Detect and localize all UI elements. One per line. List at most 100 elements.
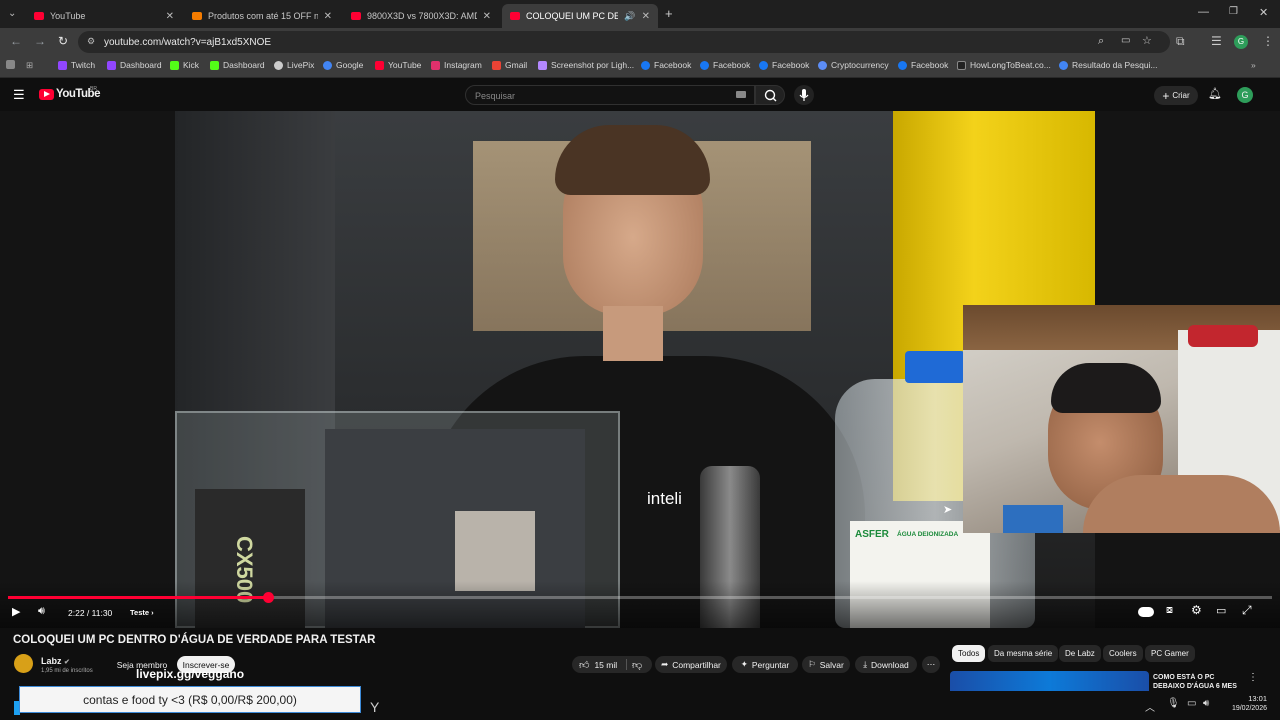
restore-button[interactable]: ❐ [1229,6,1238,17]
tray-volume-icon[interactable]: 🔊︎ [1203,698,1209,709]
cast-icon[interactable]: ▭ [1121,35,1130,46]
save-button[interactable]: ⚐ Salvar [802,656,850,673]
channel-name[interactable]: Labz ✔ [41,656,70,666]
hamburger-menu-icon[interactable]: ☰ [13,87,25,103]
notifications-bell-icon[interactable]: 🔔︎ [1208,87,1222,100]
next-video-menu-icon[interactable]: ⋮ [1248,672,1258,683]
window-close-button[interactable]: ✕ [1259,6,1268,19]
url-input[interactable]: ⚙ youtube.com/watch?v=ajB1xd5XNOE ⌕ ▭ ☆ [78,31,1170,53]
bookmark-star-icon[interactable]: ☆ [1142,34,1152,47]
close-tab-icon[interactable]: ✕ [483,11,491,22]
bookmark-youtube[interactable]: YouTube [375,60,421,70]
tray-network-icon[interactable]: ▭ [1187,698,1196,709]
extensions-icon[interactable]: ⧉ [1176,34,1185,49]
bookmark-google[interactable]: Google [323,60,363,70]
chip-da-mesma-serie[interactable]: Da mesma série [988,645,1059,662]
close-tab-icon[interactable]: ✕ [642,11,650,22]
taskbar-app-icon[interactable]: Y [370,699,379,715]
keyboard-icon[interactable] [736,91,746,98]
search-input[interactable]: Pesquisar [465,85,755,105]
subtitles-icon[interactable]: ⧇ [1166,604,1173,617]
forward-arrow-icon[interactable]: → [34,34,46,48]
fullscreen-icon[interactable]: ⤢ [1242,603,1252,618]
chip-todos[interactable]: Todos [952,645,986,662]
chip-coolers[interactable]: Coolers [1103,645,1143,662]
bookmark-gmail[interactable]: Gmail [492,60,527,70]
more-bookmarks-icon[interactable]: » [1251,60,1256,70]
profile-avatar[interactable]: G [1234,35,1248,49]
tab-9800x3d[interactable]: 9800X3D vs 7800X3D: AMD AC ✕ [343,4,499,28]
bookmark-twitch[interactable]: Twitch [58,60,95,70]
tray-microphone-icon[interactable]: 🎙︎ [1167,698,1180,709]
streamer-shoulders [1083,475,1280,533]
minimize-button[interactable]: — [1198,6,1209,18]
youtube-logo-region: BR [90,86,97,92]
play-icon[interactable]: ▶ [12,605,20,618]
next-video-title[interactable]: COMO ESTÁ O PC DEBAIXO D'ÁGUA 6 MES [1153,673,1243,691]
chapter-title[interactable]: Teste › [130,608,154,617]
settings-gear-icon[interactable]: ⚙ [1191,603,1202,617]
bookmark-cryptocurrency[interactable]: Cryptocurrency [818,60,889,70]
bookmark-folder-icon[interactable] [6,60,19,69]
chip-de-labz[interactable]: De Labz [1059,645,1101,662]
bookmark-screenshot[interactable]: Screenshot por Ligh... [538,60,634,70]
more-actions-button[interactable]: ⋯ [922,656,940,673]
bookmark-dashboard-kick[interactable]: Dashboard [210,60,265,70]
theater-mode-icon[interactable]: ▭ [1216,604,1226,617]
audio-playing-icon[interactable]: 🔊 [624,11,635,22]
bookmark-label: Screenshot por Ligh... [551,60,635,70]
bookmark-facebook[interactable]: Facebook [898,60,948,70]
tab-coloquei[interactable]: COLOQUEI UM PC DENTRO 🔊 ✕ [502,4,658,28]
clock-time[interactable]: 13:01 [1227,694,1267,703]
bookmark-facebook[interactable]: Facebook [641,60,691,70]
account-avatar[interactable]: G [1237,87,1253,103]
search-button[interactable] [755,85,785,105]
dislike-icon[interactable]: 👎︎ [632,659,642,671]
channel-avatar[interactable] [14,654,33,673]
video-player[interactable]: inteli CX500 ASFER ÁGUA DEIONIZADA ➤ [0,111,1280,628]
tray-chevron-up-icon[interactable]: ︿ [1145,699,1155,714]
autoplay-toggle[interactable] [1138,607,1154,617]
download-icon: ⤓ [863,659,867,669]
bookmark-instagram[interactable]: Instagram [431,60,482,70]
bookmark-facebook[interactable]: Facebook [759,60,809,70]
close-tab-icon[interactable]: ✕ [324,11,332,22]
site-info-icon[interactable]: ⚙ [87,36,95,47]
zoom-icon[interactable]: ⌕ [1098,35,1104,48]
apps-grid-icon[interactable]: ⊞ [26,60,33,71]
youtube-logo-icon[interactable] [39,89,54,100]
voice-search-button[interactable] [794,85,814,105]
new-tab-button[interactable]: + [665,6,673,21]
download-button[interactable]: ⤓ Download [855,656,917,673]
bookmark-howlongtobeat[interactable]: HowLongToBeat.co... [957,60,1051,70]
create-button[interactable]: + Criar [1154,86,1198,105]
ask-label: Perguntar [751,659,790,670]
volume-icon[interactable]: 🔊︎ [38,605,45,618]
tab-produtos[interactable]: Produtos com até 15 OFF no PC ✕ [184,4,340,28]
bookmark-resultado[interactable]: Resultado da Pesqui... [1059,60,1158,70]
progress-bar[interactable] [8,592,1272,603]
bookmark-kick[interactable]: Kick [170,60,199,70]
like-icon[interactable]: 👍︎ [579,659,589,671]
bookmark-label: Instagram [444,60,482,70]
share-button[interactable]: ➦ Compartilhar [655,656,727,673]
tab-title: Produtos com até 15 OFF no PC [208,11,318,21]
tab-youtube[interactable]: YouTube ✕ [26,4,182,28]
reading-list-icon[interactable]: ☰ [1211,34,1222,48]
reload-icon[interactable]: ↻ [58,34,68,48]
clock-date[interactable]: 19/02/2026 [1222,705,1267,712]
bookmark-facebook[interactable]: Facebook [700,60,750,70]
controls-gradient [0,581,1280,628]
back-arrow-icon[interactable]: ← [10,34,22,48]
bookmark-livepix[interactable]: LivePix [274,60,314,70]
person-hair [555,125,710,195]
ask-button[interactable]: ✦ Perguntar [732,656,798,673]
like-count[interactable]: 15 mil [594,660,617,670]
create-label: Criar [1172,91,1190,100]
next-video-thumbnail[interactable] [950,671,1149,691]
chip-pc-gamer[interactable]: PC Gamer [1145,645,1195,662]
close-tab-icon[interactable]: ✕ [166,11,174,22]
browser-menu-icon[interactable]: ⋮ [1262,34,1274,48]
bookmark-dashboard-twitch[interactable]: Dashboard [107,60,162,70]
tab-search-icon[interactable]: ⌄ [8,8,16,19]
